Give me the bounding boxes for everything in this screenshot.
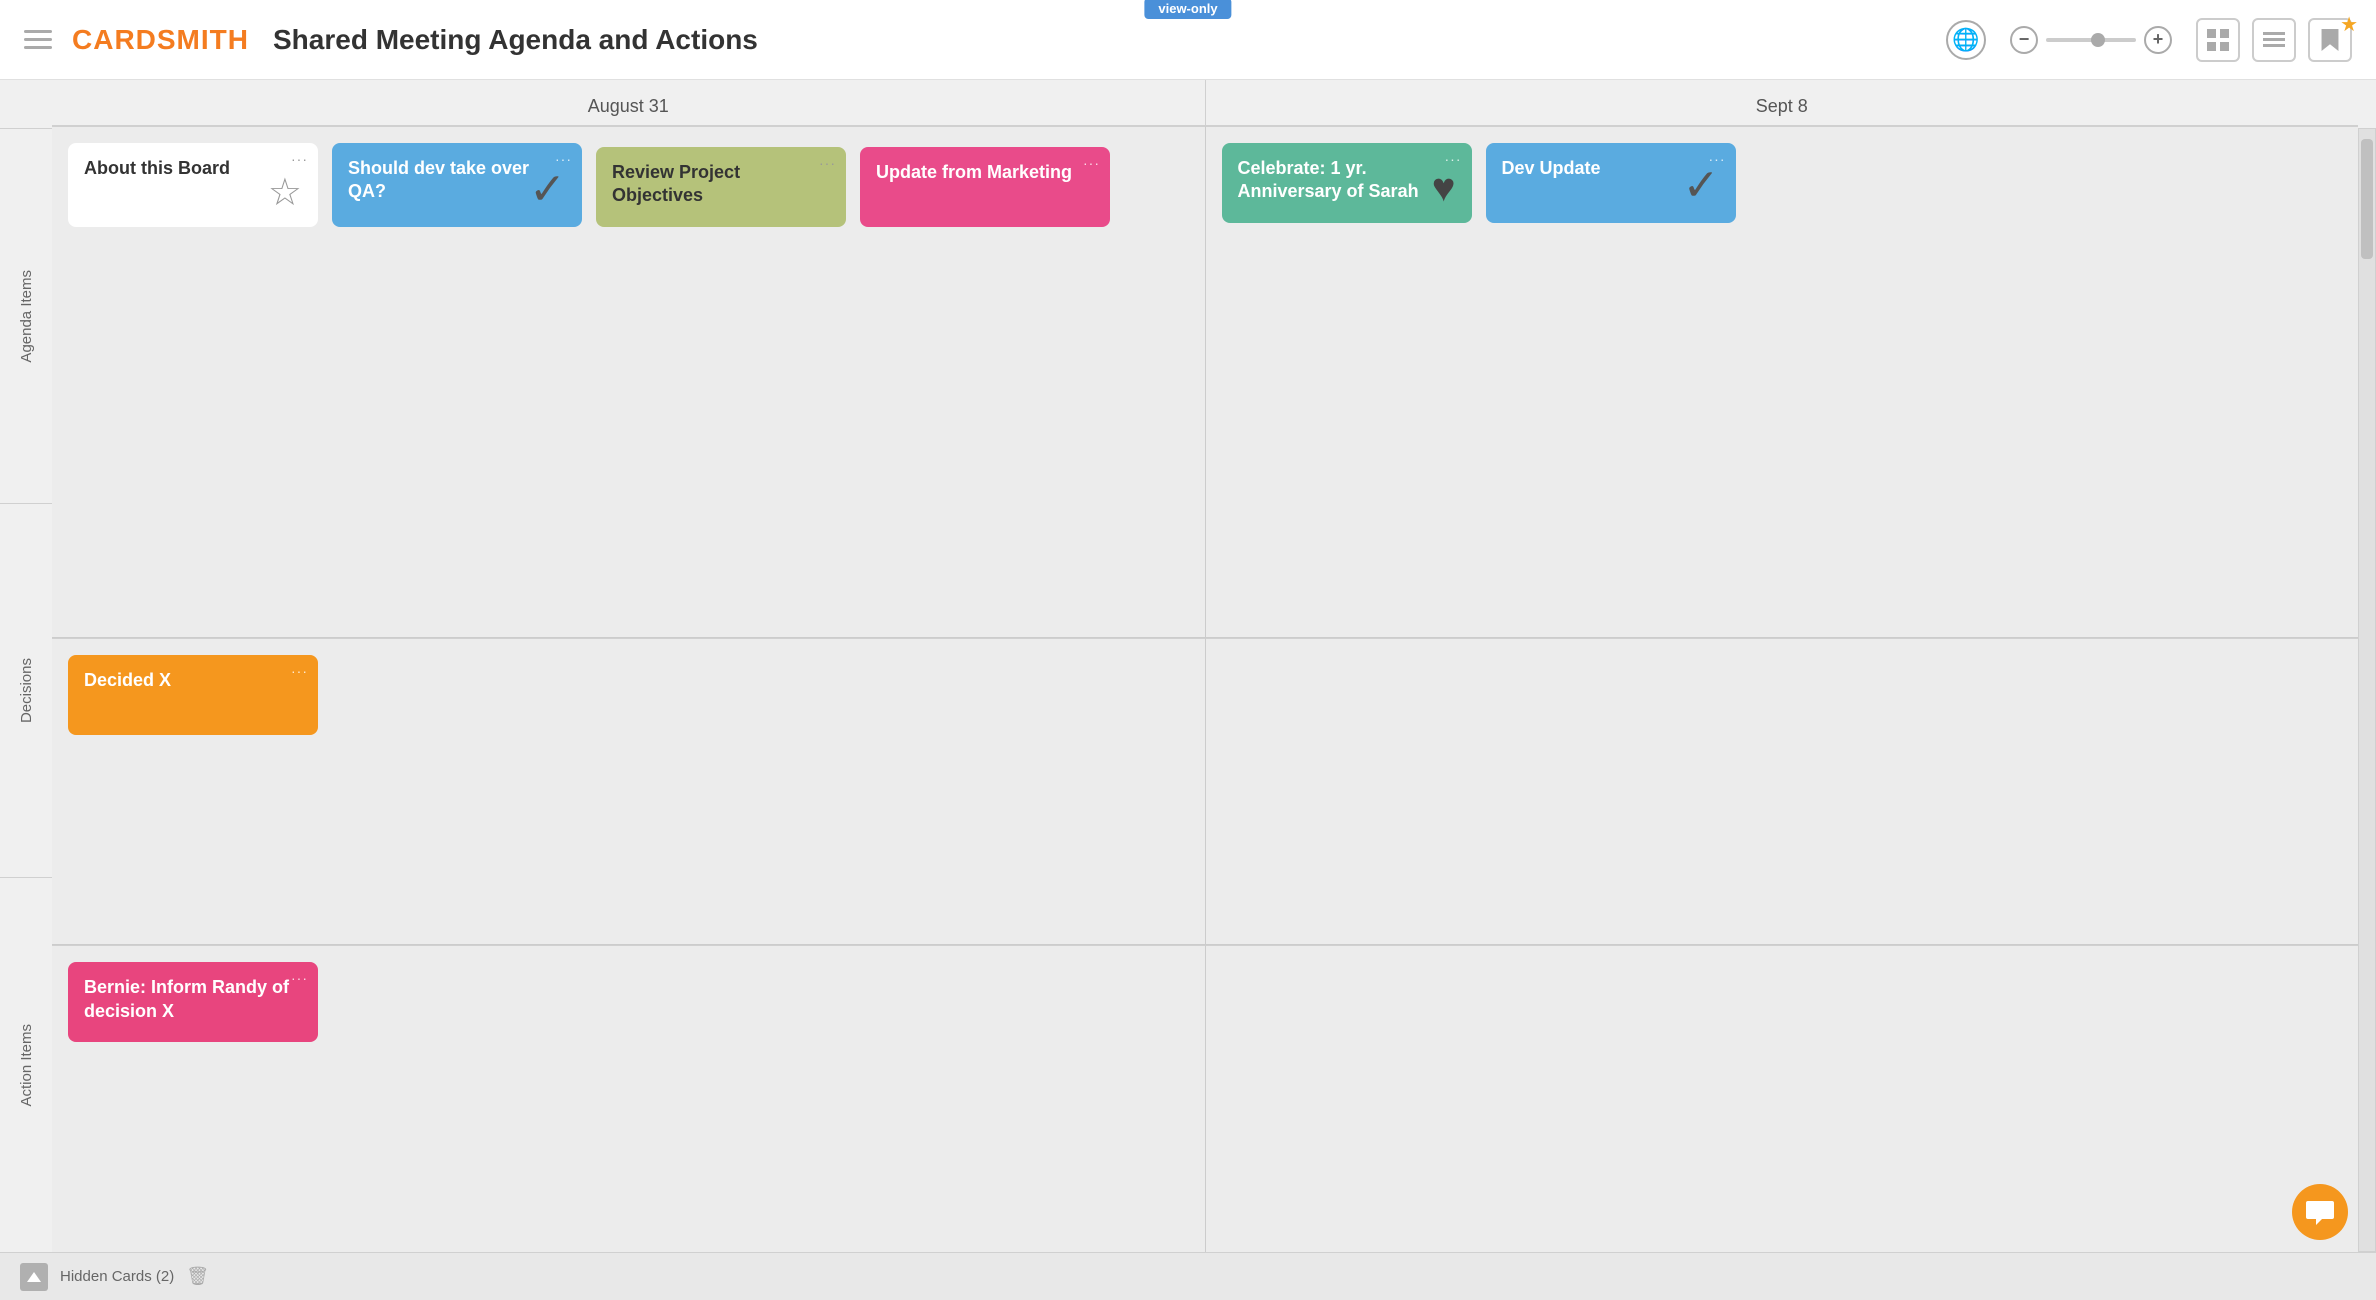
card-menu-dots[interactable]: ··· (291, 151, 308, 167)
checkmark-icon: ✓ (1683, 160, 1720, 211)
row-label-agenda: Agenda Items (0, 128, 52, 503)
view-only-badge: view-only (1144, 0, 1231, 19)
card-menu-dots[interactable]: ··· (291, 970, 308, 986)
heart-icon: ♥ (1432, 166, 1456, 211)
zoom-control: − + (2010, 26, 2172, 54)
bookmark-button[interactable]: ★ (2308, 18, 2352, 62)
decisions-aug31-cell: ··· Decided X (52, 638, 1206, 945)
card-menu-dots[interactable]: ··· (1445, 151, 1462, 167)
zoom-out-button[interactable]: − (2010, 26, 2038, 54)
col-header-aug31: August 31 (52, 80, 1206, 125)
star-icon: ☆ (268, 170, 302, 215)
card-celebrate-sarah[interactable]: ··· Celebrate: 1 yr. Anniversary of Sara… (1222, 143, 1472, 223)
card-should-dev[interactable]: ··· Should dev take over QA? ✓ (332, 143, 582, 227)
header-left: CARDSMITH Shared Meeting Agenda and Acti… (24, 24, 758, 56)
footer: Hidden Cards (2) 🗑 (0, 1252, 2376, 1300)
logo[interactable]: CARDSMITH (72, 24, 249, 56)
scrollbar-thumb (2361, 139, 2373, 259)
actions-row: ··· Bernie: Inform Randy of decision X (52, 945, 2358, 1252)
trash-icon[interactable]: 🗑 (186, 1266, 209, 1287)
zoom-slider-thumb (2091, 33, 2105, 47)
zoom-in-button[interactable]: + (2144, 26, 2172, 54)
agenda-row: ··· About this Board ☆ ··· Should dev ta… (52, 126, 2358, 638)
star-badge: ★ (2340, 12, 2358, 37)
agenda-aug31-cell: ··· About this Board ☆ ··· Should dev ta… (52, 126, 1206, 637)
card-menu-dots[interactable]: ··· (291, 663, 308, 679)
actions-aug31-cell: ··· Bernie: Inform Randy of decision X (52, 945, 1206, 1252)
checkmark-icon: ✓ (529, 164, 566, 215)
card-menu-dots[interactable]: ··· (1083, 155, 1100, 171)
decisions-sept8-cell (1206, 638, 2359, 945)
card-about-board[interactable]: ··· About this Board ☆ (68, 143, 318, 227)
header: CARDSMITH Shared Meeting Agenda and Acti… (0, 0, 2376, 80)
row-label-decisions-text: Decisions (18, 658, 35, 723)
header-center: 🌐 − + (1946, 18, 2352, 62)
card-dev-update[interactable]: ··· Dev Update ✓ (1486, 143, 1736, 223)
zoom-slider[interactable] (2046, 38, 2136, 42)
globe-icon[interactable]: 🌐 (1946, 20, 1986, 60)
card-decided-x[interactable]: ··· Decided X (68, 655, 318, 735)
scrollbar[interactable] (2358, 128, 2376, 1252)
row-labels: Agenda Items Decisions Action Items (0, 128, 52, 1252)
col-header-sept8: Sept 8 (1206, 80, 2359, 125)
header-icons: ★ (2196, 18, 2352, 62)
chat-button[interactable] (2292, 1184, 2348, 1240)
list-view-button[interactable] (2252, 18, 2296, 62)
actions-sept8-cell (1206, 945, 2359, 1252)
card-review-project[interactable]: ··· Review Project Objectives (596, 147, 846, 227)
menu-icon[interactable] (24, 24, 56, 56)
column-headers: August 31 Sept 8 (52, 80, 2358, 126)
card-bernie[interactable]: ··· Bernie: Inform Randy of decision X (68, 962, 318, 1042)
row-label-decisions: Decisions (0, 503, 52, 878)
row-label-actions: Action Items (0, 877, 52, 1252)
agenda-sept8-cell: ··· Celebrate: 1 yr. Anniversary of Sara… (1206, 126, 2359, 637)
row-label-actions-text: Action Items (18, 1024, 35, 1107)
expand-hidden-cards-button[interactable] (20, 1263, 48, 1291)
board-title: Shared Meeting Agenda and Actions (273, 24, 758, 56)
card-menu-dots[interactable]: ··· (819, 155, 836, 171)
grid-view-button[interactable] (2196, 18, 2240, 62)
card-update-marketing[interactable]: ··· Update from Marketing (860, 147, 1110, 227)
main-board: Agenda Items Decisions Action Items Augu… (0, 80, 2376, 1252)
row-label-agenda-text: Agenda Items (18, 270, 35, 363)
decisions-row: ··· Decided X (52, 638, 2358, 946)
hidden-cards-label: Hidden Cards (2) (60, 1268, 174, 1285)
